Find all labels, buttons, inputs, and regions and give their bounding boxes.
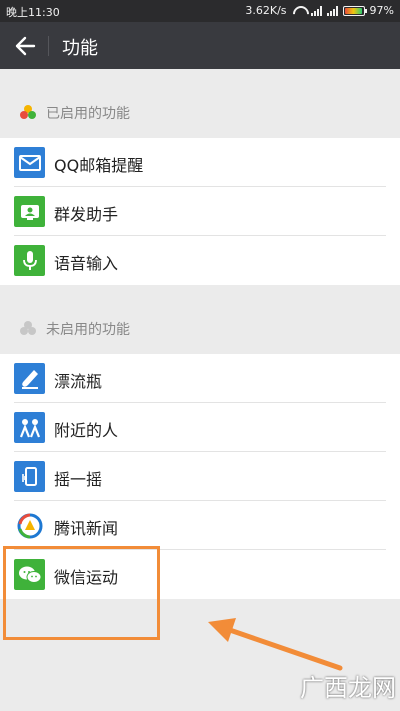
status-bar: 晚上11:30 3.62K/s 97% [0,0,400,22]
battery-level-fill [344,7,362,14]
battery-percent: 97% [369,4,394,17]
enabled-features-list: QQ邮箱提醒 群发助手 语音输入 [0,138,400,285]
item-label: QQ邮箱提醒 [54,156,144,175]
list-item-drift-bottle[interactable]: 漂流瓶 [0,354,400,403]
item-label: 附近的人 [54,421,119,440]
wifi-icon [292,6,306,16]
people-nearby-icon [14,412,45,443]
section-header-disabled: 未启用的功能 [0,302,400,354]
microphone-icon [14,245,45,276]
watermark: 广西龙网 [300,668,396,703]
status-time: 晚上11:30 [6,6,60,19]
shake-icon [14,461,45,492]
item-label: 漂流瓶 [54,372,103,391]
item-label: 群发助手 [54,205,119,224]
page-title: 功能 [62,38,98,59]
status-right: 3.62K/s 97% [245,4,394,17]
item-label: 语音输入 [54,254,119,273]
tencent-news-icon [14,510,45,541]
signal-icon [310,5,322,16]
title-divider [48,36,49,56]
bottle-icon [14,363,45,394]
signal-icon [326,5,338,16]
list-item-people-nearby[interactable]: 附近的人 [0,403,400,452]
network-speed: 3.62K/s [245,4,287,17]
list-item-tencent-news[interactable]: 腾讯新闻 [0,501,400,550]
item-label: 腾讯新闻 [54,519,119,538]
back-arrow-icon[interactable] [14,36,36,56]
item-label: 摇一摇 [54,470,103,489]
list-item-qq-mail[interactable]: QQ邮箱提醒 [0,138,400,187]
watermark-text: 广西龙网 [300,674,396,702]
broadcast-icon [14,196,45,227]
section-header-enabled: 已启用的功能 [0,86,400,138]
battery-icon [342,5,367,16]
section-title: 未启用的功能 [46,322,130,338]
list-item-broadcast[interactable]: 群发助手 [0,187,400,236]
grey-dots-icon [20,321,36,335]
list-item-voice-input[interactable]: 语音输入 [0,236,400,285]
title-bar: 功能 [0,22,400,69]
mail-icon [14,147,45,178]
list-item-shake[interactable]: 摇一摇 [0,452,400,501]
annotation-highlight-box [3,546,160,640]
colored-dots-icon [20,105,36,119]
section-title: 已启用的功能 [46,106,130,122]
